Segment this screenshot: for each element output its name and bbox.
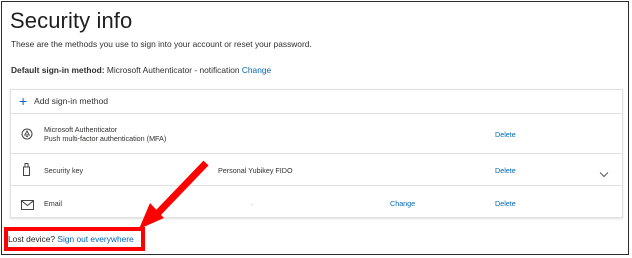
lost-device-label: Lost device? (8, 234, 56, 244)
lost-device-line: Lost device? Sign out everywhere (8, 234, 134, 244)
sign-out-everywhere-link[interactable]: Sign out everywhere (57, 234, 133, 244)
red-arrow-annotation (139, 160, 209, 229)
